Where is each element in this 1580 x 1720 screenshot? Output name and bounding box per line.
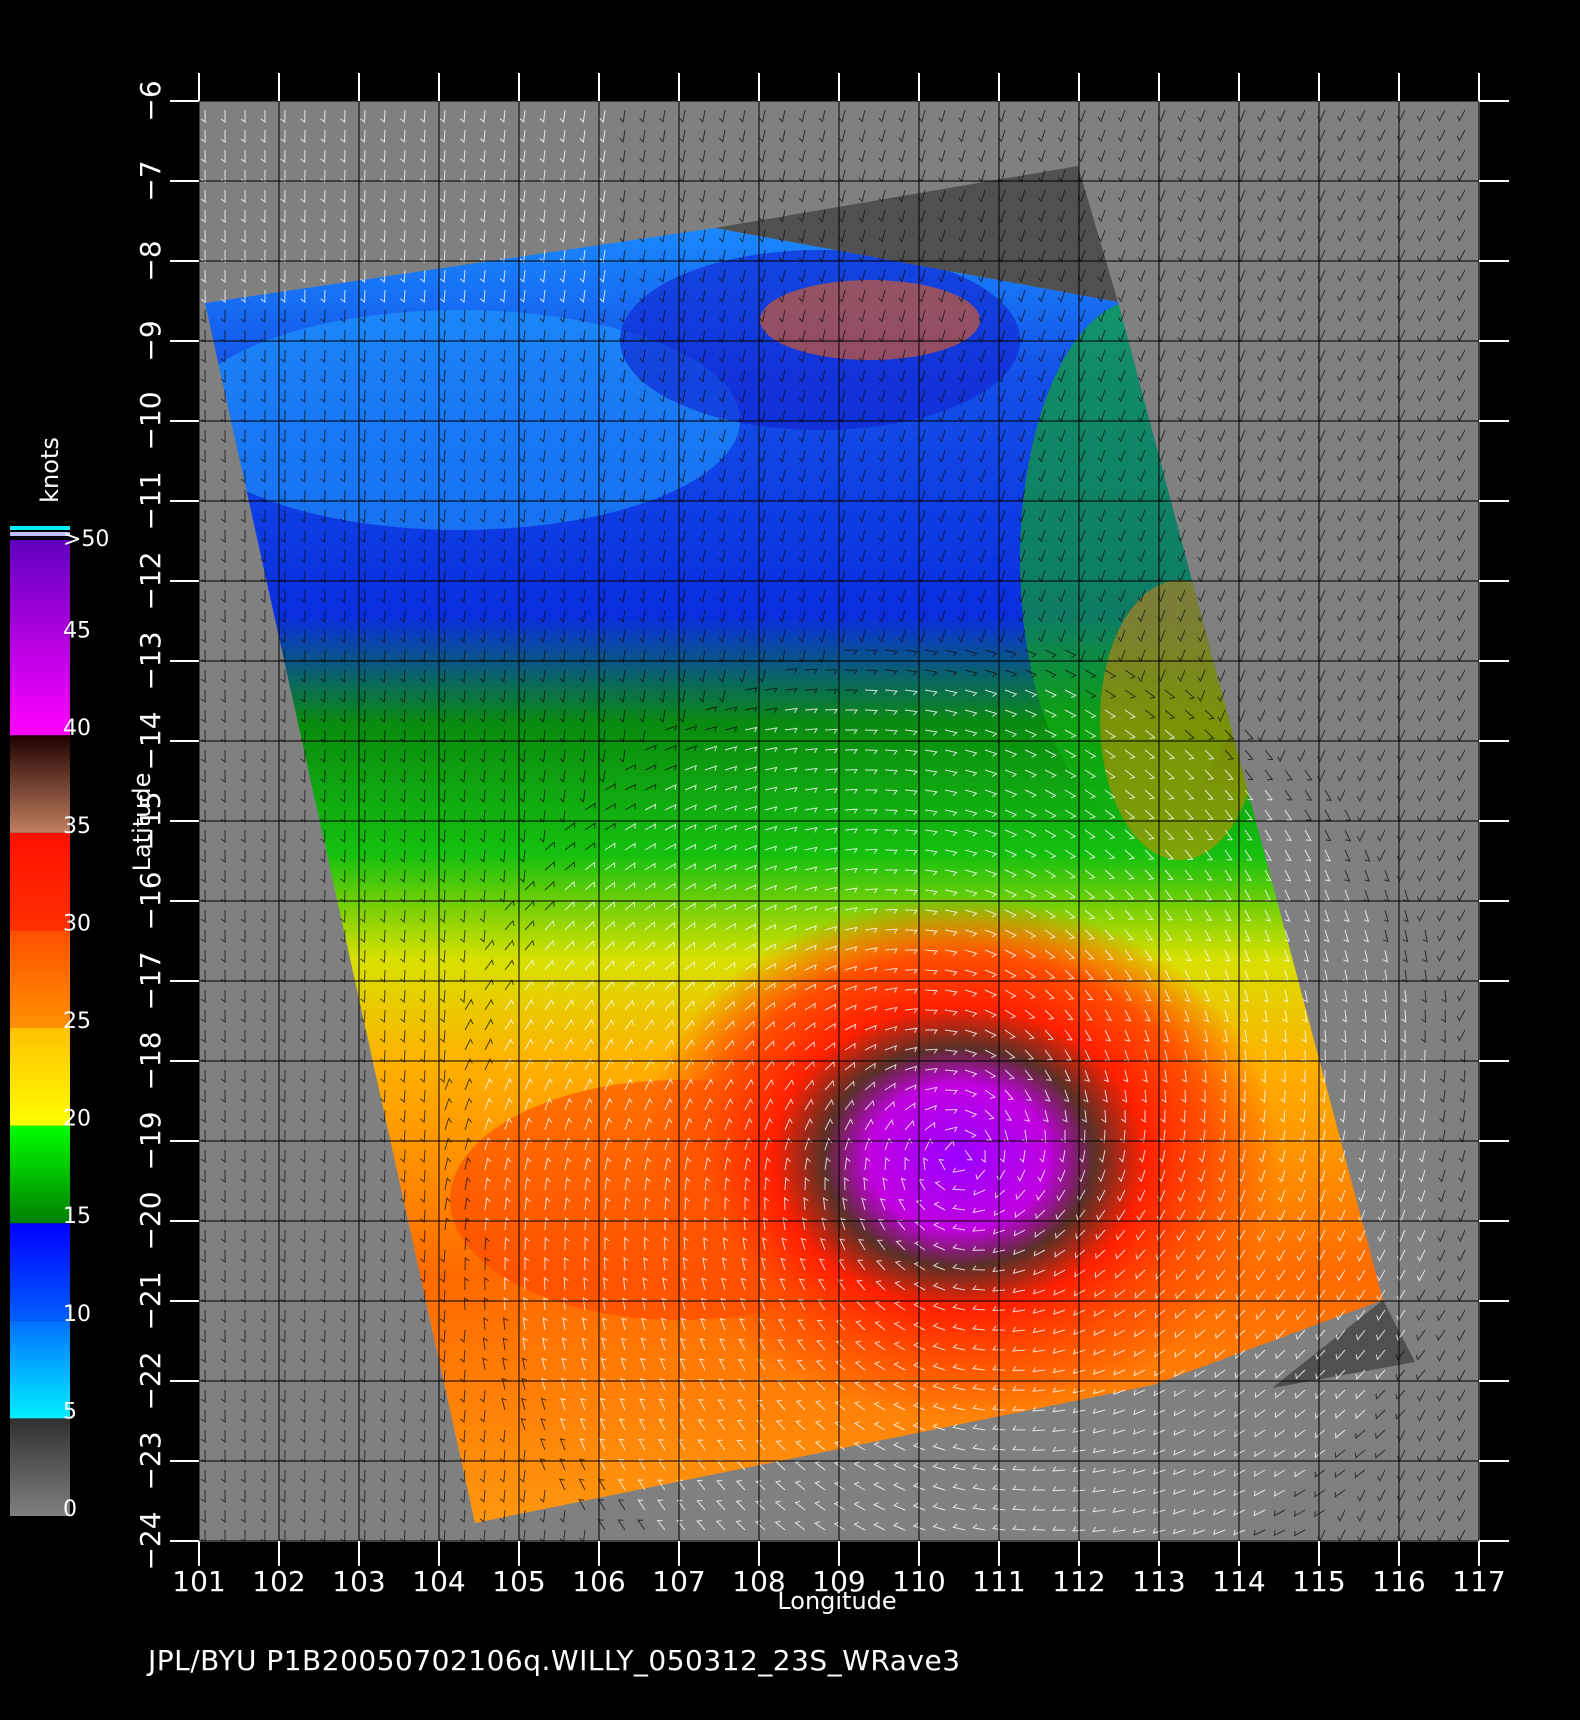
- lon-tick-label: 104: [412, 1565, 465, 1598]
- wind-speed-colorbar: >50 45 40 35 30 25 20 15 10 5 0: [10, 526, 109, 1522]
- lat-tick-label: −14: [134, 711, 167, 770]
- colorbar-tick-label: 0: [63, 1497, 77, 1522]
- colorbar-band: [10, 930, 70, 1028]
- colorbar-band: [10, 1028, 70, 1126]
- colorbar-tick-label: 35: [63, 814, 91, 839]
- colorbar-tick-label: >50: [63, 527, 109, 552]
- lat-tick-label: −24: [134, 1511, 167, 1570]
- lat-tick-label: −20: [134, 1191, 167, 1250]
- lon-tick-label: 115: [1292, 1565, 1345, 1598]
- lat-tick-label: −22: [134, 1351, 167, 1410]
- lat-tick-label: −10: [134, 391, 167, 450]
- colorbar-tick-label: 40: [63, 716, 91, 741]
- longitude-axis-title: Longitude: [777, 1587, 896, 1615]
- lon-tick-label: 112: [1052, 1565, 1105, 1598]
- lon-tick-label: 110: [892, 1565, 945, 1598]
- lat-tick-label: −9: [134, 320, 167, 361]
- colorbar-band: [10, 832, 70, 931]
- colorbar-band: [10, 540, 70, 736]
- lon-tick-label: 101: [172, 1565, 225, 1598]
- colorbar-band: [10, 1125, 70, 1224]
- lat-tick-label: −21: [134, 1271, 167, 1330]
- figure-caption: JPL/BYU P1B20050702106q.WILLY_050312_23S…: [148, 1644, 961, 1677]
- latitude-axis-title: Latitude: [128, 773, 156, 872]
- lat-tick-label: −7: [134, 160, 167, 201]
- lon-tick-label: 106: [572, 1565, 625, 1598]
- colorbar-tick-label: 45: [63, 619, 91, 644]
- colorbar-tick-label: 5: [63, 1399, 77, 1424]
- lon-tick-label: 117: [1452, 1565, 1505, 1598]
- lat-tick-label: −16: [134, 871, 167, 930]
- lat-tick-label: −6: [134, 80, 167, 121]
- colorbar-band: [10, 1418, 70, 1516]
- lon-tick-label: 111: [972, 1565, 1025, 1598]
- colorbar-tick-label: 10: [63, 1302, 91, 1327]
- lat-tick-label: −13: [134, 631, 167, 690]
- colorbar-unit-label: knots: [36, 437, 64, 503]
- colorbar-tick-label: 25: [63, 1009, 91, 1034]
- colorbar-band: [10, 735, 70, 833]
- wind-map-figure: −6−7−8−9−10−11−12−13−14−15−16−17−18−19−2…: [10, 73, 1509, 1615]
- colorbar-tick-label: 15: [63, 1204, 91, 1229]
- lon-tick-label: 107: [652, 1565, 705, 1598]
- lat-tick-label: −8: [134, 240, 167, 281]
- lon-tick-label: 114: [1212, 1565, 1265, 1598]
- colorbar-tick-label: 30: [63, 911, 91, 936]
- lat-tick-label: −17: [134, 951, 167, 1010]
- lat-tick-label: −23: [134, 1431, 167, 1490]
- lat-tick-label: −19: [134, 1111, 167, 1170]
- lon-tick-label: 116: [1372, 1565, 1425, 1598]
- lon-tick-label: 102: [252, 1565, 305, 1598]
- colorbar-band: [10, 1320, 70, 1419]
- colorbar-tick-label: 20: [63, 1107, 91, 1132]
- colorbar-cap-stripe: [10, 526, 70, 530]
- colorbar-cap-stripe: [10, 532, 70, 536]
- lat-tick-label: −18: [134, 1031, 167, 1090]
- lon-tick-label: 105: [492, 1565, 545, 1598]
- colorbar-band: [10, 1223, 70, 1321]
- lat-tick-label: −11: [134, 471, 167, 530]
- lat-tick-label: −12: [134, 551, 167, 610]
- lon-tick-label: 103: [332, 1565, 385, 1598]
- lon-tick-label: 113: [1132, 1565, 1185, 1598]
